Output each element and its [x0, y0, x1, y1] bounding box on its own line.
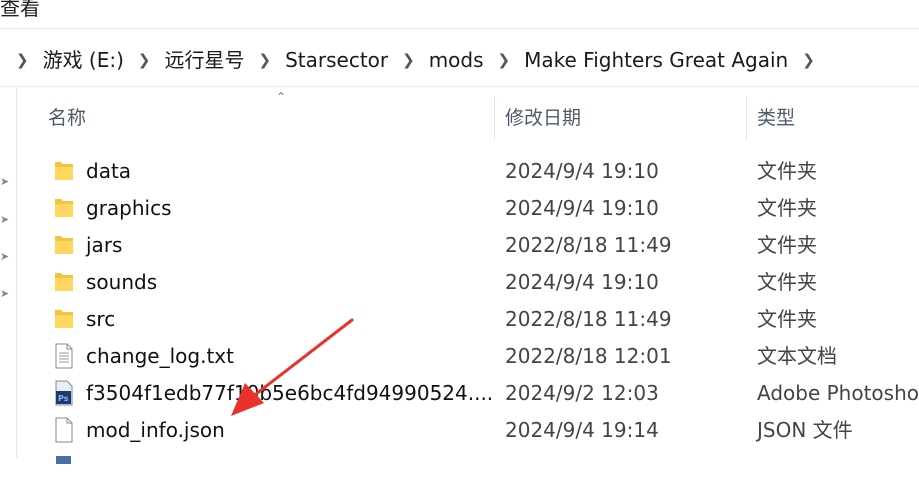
file-modified: 2024/9/4 19:14: [505, 418, 659, 442]
file-row[interactable]: sounds 2024/9/4 19:10 文件夹: [17, 264, 919, 301]
folder-icon: [53, 269, 75, 295]
photoshop-file-icon: Ps: [53, 380, 75, 406]
text-file-icon: [53, 343, 75, 369]
file-row[interactable]: src 2022/8/18 11:49 文件夹: [17, 301, 919, 338]
pin-icon: ➤: [0, 287, 10, 300]
file-name: change_log.txt: [86, 344, 234, 368]
file-row[interactable]: mod_info.json 2024/9/4 19:14 JSON 文件: [17, 412, 919, 449]
breadcrumb-item-drive[interactable]: 游戏 (E:): [41, 46, 126, 74]
file-row[interactable]: jars 2022/8/18 11:49 文件夹: [17, 227, 919, 264]
file-modified: 2022/8/18 12:01: [505, 344, 672, 368]
ribbon-menu-strip: 查看: [0, 0, 919, 29]
file-modified: 2022/8/18 11:49: [505, 233, 672, 257]
pin-icon: ➤: [0, 213, 10, 226]
chevron-right-icon[interactable]: ❯: [138, 46, 151, 74]
json-file-icon: [53, 417, 75, 443]
file-name: graphics: [86, 196, 172, 220]
view-menu-item[interactable]: 查看: [0, 0, 40, 21]
column-header-modified[interactable]: 修改日期: [505, 104, 581, 132]
svg-text:Ps: Ps: [58, 394, 69, 403]
file-name: jars: [86, 233, 123, 257]
sort-ascending-icon: ⌃: [276, 90, 287, 104]
column-divider[interactable]: [494, 96, 495, 140]
address-bar[interactable]: ❯ 游戏 (E:) ❯ 远行星号 ❯ Starsector ❯ mods ❯ M…: [0, 34, 919, 87]
folder-icon: [53, 158, 75, 184]
file-type: 文件夹: [757, 307, 817, 331]
file-modified: 2022/8/18 11:49: [505, 307, 672, 331]
file-modified: 2024/9/2 12:03: [505, 381, 659, 405]
breadcrumb-item-mods[interactable]: mods: [427, 46, 486, 74]
breadcrumb-item-game-folder[interactable]: 远行星号: [163, 46, 247, 74]
file-type: 文件夹: [757, 233, 817, 257]
file-row-partial[interactable]: [17, 449, 919, 486]
breadcrumb: ❯ 游戏 (E:) ❯ 远行星号 ❯ Starsector ❯ mods ❯ M…: [4, 46, 827, 74]
file-name: mod_info.json: [86, 418, 225, 442]
folder-icon: [53, 306, 75, 332]
breadcrumb-item-current-folder[interactable]: Make Fighters Great Again: [522, 46, 790, 74]
file-row[interactable]: data 2024/9/4 19:10 文件夹: [17, 153, 919, 190]
file-type: 文件夹: [757, 270, 817, 294]
file-name: data: [86, 159, 132, 183]
column-header: ⌃ 名称 修改日期 类型: [17, 90, 919, 140]
file-type: 文件夹: [757, 196, 817, 220]
breadcrumb-item-starsector[interactable]: Starsector: [283, 46, 390, 74]
navigation-pane: ➤ ➤ ➤ ➤: [0, 87, 17, 458]
chevron-right-icon[interactable]: ❯: [16, 46, 29, 74]
column-header-name[interactable]: 名称: [48, 104, 86, 132]
file-type: JSON 文件: [757, 418, 853, 442]
chevron-right-icon[interactable]: ❯: [802, 46, 815, 74]
folder-icon: [53, 195, 75, 221]
file-type: Adobe Photosho: [757, 381, 919, 405]
file-row[interactable]: Ps f3504f1edb77f10b5e6bc4fd94990524.... …: [17, 375, 919, 412]
chevron-right-icon[interactable]: ❯: [498, 46, 511, 74]
file-type: 文件夹: [757, 159, 817, 183]
file-modified: 2024/9/4 19:10: [505, 270, 659, 294]
file-type: 文本文档: [757, 344, 837, 368]
chevron-right-icon[interactable]: ❯: [402, 46, 415, 74]
chevron-right-icon[interactable]: ❯: [259, 46, 272, 74]
file-row[interactable]: graphics 2024/9/4 19:10 文件夹: [17, 190, 919, 227]
column-header-type[interactable]: 类型: [757, 104, 795, 132]
file-name: f3504f1edb77f10b5e6bc4fd94990524....: [86, 381, 494, 405]
file-modified: 2024/9/4 19:10: [505, 159, 659, 183]
pin-icon: ➤: [0, 175, 10, 188]
column-divider[interactable]: [746, 96, 747, 140]
file-modified: 2024/9/4 19:10: [505, 196, 659, 220]
file-name: src: [86, 307, 116, 331]
file-name: sounds: [86, 270, 158, 294]
pin-icon: ➤: [0, 250, 10, 263]
file-row[interactable]: change_log.txt 2022/8/18 12:01 文本文档: [17, 338, 919, 375]
folder-icon: [53, 232, 75, 258]
